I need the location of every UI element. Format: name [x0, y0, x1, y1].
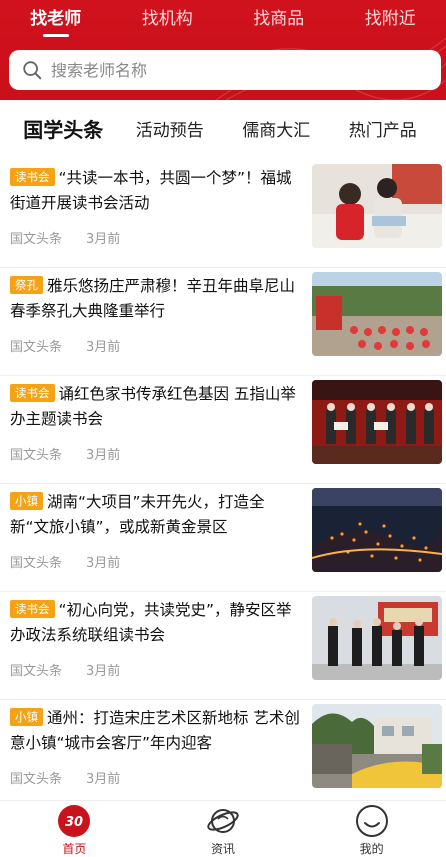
nav-news[interactable]: 资讯 [149, 801, 298, 857]
home-logo-icon: 30 [58, 805, 91, 837]
top-tabs: 找老师 找机构 找商品 找附近 [0, 6, 446, 42]
list-item[interactable]: 读书会 “共读一本书，共圆一个梦”！福城街道开展读书会活动 国文头条 3月前 [0, 160, 446, 268]
list-item[interactable]: 小镇 湖南“大项目”未开先火，打造全新“文旅小镇”，或成新黄金景区 国文头条 3月前 [0, 484, 446, 592]
article-meta: 国文头条 3月前 [10, 664, 121, 679]
tab-event-preview[interactable]: 活动预告 [117, 116, 224, 141]
article-tag: 小镇 [10, 492, 43, 510]
article-title: 小镇 湖南“大项目”未开先火，打造全新“文旅小镇”，或成新黄金景区 [10, 492, 265, 536]
article-thumbnail [312, 164, 442, 248]
tab-confucian-merchants[interactable]: 儒商大汇 [223, 116, 330, 141]
planet-icon [207, 809, 239, 833]
tab-hot-products[interactable]: 热门产品 [330, 116, 437, 141]
nav-home-label: 首页 [62, 842, 87, 856]
article-tag: 小镇 [10, 708, 43, 726]
article-thumbnail [312, 488, 442, 572]
nav-news-label: 资讯 [211, 842, 236, 856]
bottom-nav: 30 首页 资讯 我的 [0, 800, 446, 857]
article-title: 读书会 诵红色家书传承红色基因 五指山举办主题读书会 [10, 384, 296, 428]
search-input[interactable] [51, 60, 441, 80]
smile-face-icon [355, 805, 388, 837]
article-meta: 国文头条 3月前 [10, 448, 121, 463]
article-tag: 读书会 [10, 168, 55, 186]
tab-find-nearby[interactable]: 找附近 [335, 6, 446, 42]
tab-find-teacher[interactable]: 找老师 [0, 6, 112, 42]
article-tag: 读书会 [10, 600, 55, 618]
tab-find-institution[interactable]: 找机构 [112, 6, 224, 42]
nav-mine-label: 我的 [359, 842, 384, 856]
article-title: 小镇 通州：打造宋庄艺术区新地标 艺术创意小镇“城市会客厅”年内迎客 [10, 708, 300, 752]
nav-home[interactable]: 30 首页 [0, 801, 149, 857]
tab-guoxue-headlines[interactable]: 国学头条 [10, 114, 117, 143]
list-item[interactable]: 读书会 诵红色家书传承红色基因 五指山举办主题读书会 国文头条 3月前 [0, 376, 446, 484]
article-meta: 国文头条 3月前 [10, 556, 121, 571]
header-bar: 找老师 找机构 找商品 找附近 [0, 0, 446, 100]
article-meta: 国文头条 3月前 [10, 340, 121, 355]
tab-find-product[interactable]: 找商品 [223, 6, 335, 42]
list-item[interactable]: 祭孔 雅乐悠扬庄严肃穆！辛丑年曲阜尼山春季祭孔大典隆重举行 国文头条 3月前 [0, 268, 446, 376]
search-icon [23, 61, 42, 80]
list-item[interactable]: 读书会 “初心向党，共读党史”，静安区举办政法系统联组读书会 国文头条 3月前 [0, 592, 446, 700]
article-title: 祭孔 雅乐悠扬庄严肃穆！辛丑年曲阜尼山春季祭孔大典隆重举行 [10, 276, 296, 320]
article-meta: 国文头条 3月前 [10, 232, 121, 247]
svg-text:30: 30 [65, 815, 83, 830]
article-meta: 国文头条 3月前 [10, 772, 121, 787]
article-list: 读书会 “共读一本书，共圆一个梦”！福城街道开展读书会活动 国文头条 3月前 祭孔雅… [0, 160, 446, 808]
nav-mine[interactable]: 我的 [297, 801, 446, 857]
search-box[interactable] [9, 50, 441, 90]
article-thumbnail [312, 596, 442, 680]
article-tag: 祭孔 [10, 276, 43, 294]
article-thumbnail [312, 272, 442, 356]
article-tag: 读书会 [10, 384, 55, 402]
category-tabs: 国学头条 活动预告 儒商大汇 热门产品 [0, 100, 446, 156]
list-item[interactable]: 小镇 通州：打造宋庄艺术区新地标 艺术创意小镇“城市会客厅”年内迎客 国文头条 3月… [0, 700, 446, 808]
article-thumbnail [312, 380, 442, 464]
article-thumbnail [312, 704, 442, 788]
article-title: 读书会 “共读一本书，共圆一个梦”！福城街道开展读书会活动 [10, 168, 292, 212]
article-title: 读书会 “初心向党，共读党史”，静安区举办政法系统联组读书会 [10, 600, 292, 644]
